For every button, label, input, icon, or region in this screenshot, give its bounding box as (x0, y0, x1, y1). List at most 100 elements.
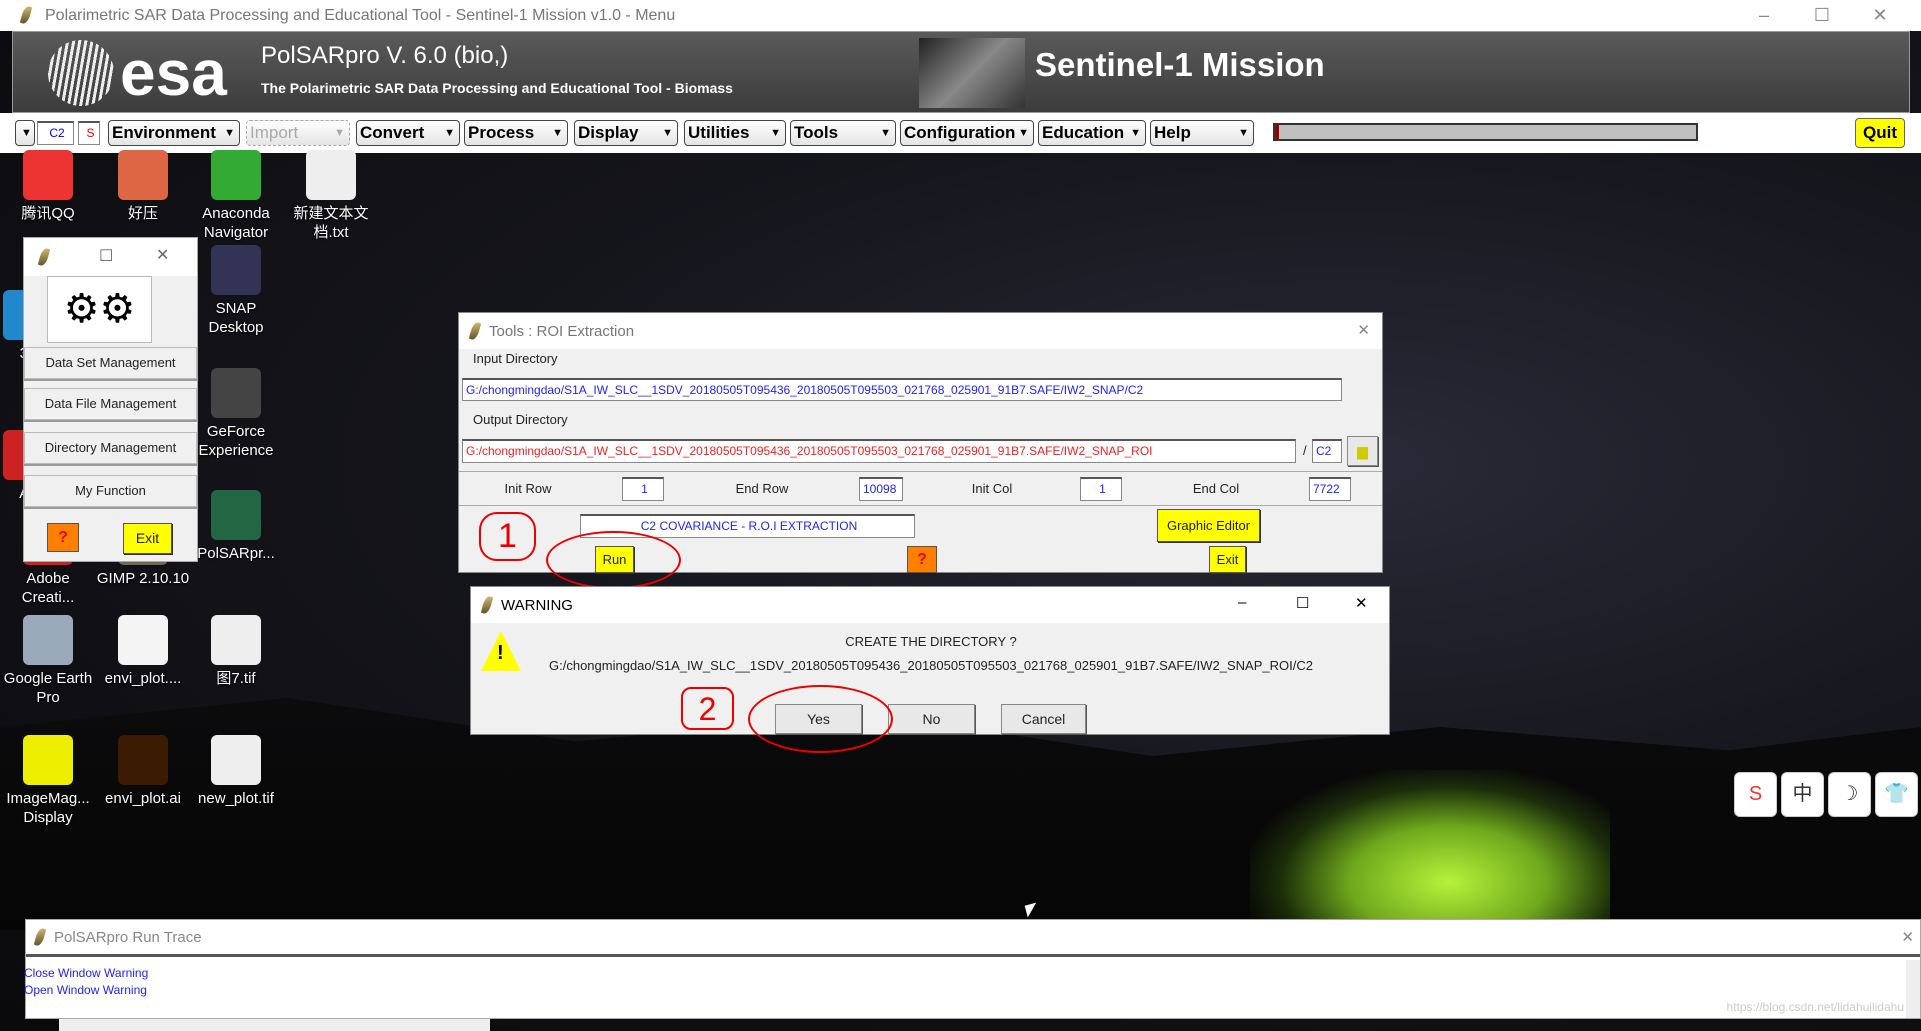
app-feather-icon (468, 321, 482, 341)
data-set-management-button[interactable]: Data Set Management (24, 347, 197, 379)
init-col-field[interactable]: 1 (1080, 477, 1122, 501)
browse-folder-button[interactable]: ▆ (1347, 436, 1378, 466)
directory-management-button[interactable]: Directory Management (24, 432, 197, 464)
desktop-icon-label: 图7.tif (216, 670, 256, 687)
desktop-icon[interactable]: 新建文本文档.txt (283, 150, 379, 242)
gears-image-icon: ⚙⚙ (47, 276, 152, 343)
satellite-image (919, 38, 1025, 108)
folder-icon: ▆ (1357, 443, 1368, 459)
input-directory-field[interactable]: G:/chongmingdao/S1A_IW_SLC__1SDV_2018050… (462, 378, 1342, 401)
menu-process[interactable]: Process ▼ (464, 120, 568, 146)
roi-extraction-dialog: Tools : ROI Extraction ✕ Input Directory… (458, 312, 1383, 589)
menu-utilities[interactable]: Utilities ▼ (684, 120, 786, 146)
desktop-icon-image (118, 735, 168, 785)
minimize-button[interactable]: – (1736, 0, 1792, 31)
desktop-icon[interactable]: 腾讯QQ (0, 150, 96, 223)
app-feather-icon (19, 5, 33, 25)
mode-dropdown-icon[interactable]: ▼ (15, 120, 35, 146)
annotation-circle-run (546, 531, 681, 589)
desktop-icon[interactable]: SNAP Desktop (188, 245, 284, 337)
skin-shirt-icon[interactable]: 👕 (1875, 772, 1918, 817)
desktop-icon-image (211, 735, 261, 785)
exit-button[interactable]: Exit (123, 523, 172, 554)
desktop-icon[interactable]: ImageMag... Display (0, 735, 96, 827)
mission-title: Sentinel-1 Mission (1035, 46, 1325, 83)
close-icon[interactable]: ✕ (1355, 594, 1368, 612)
desktop-icon[interactable]: envi_plot.ai (95, 735, 191, 808)
menu-tools[interactable]: Tools ▼ (790, 120, 896, 146)
data-file-management-button[interactable]: Data File Management (24, 388, 197, 420)
exit-button[interactable]: Exit (1209, 546, 1246, 573)
graphic-editor-button[interactable]: Graphic Editor (1157, 509, 1260, 542)
desktop-icon-image (23, 735, 73, 785)
desktop-icon-image (23, 150, 73, 200)
run-trace-scrollbar[interactable] (1906, 960, 1920, 1018)
menu-help[interactable]: Help ▼ (1150, 120, 1254, 146)
quit-button[interactable]: Quit (1855, 118, 1905, 148)
end-col-label: End Col (1192, 481, 1240, 496)
divider (459, 471, 1382, 472)
desktop-icon-label: GIMP 2.10.10 (96, 570, 190, 587)
desktop-icon[interactable]: PolSARpr... (188, 490, 284, 563)
my-function-button[interactable]: My Function (24, 475, 197, 507)
ime-toolbar: S 中 ☽ 👕 (1734, 772, 1918, 817)
roi-dialog-titlebar: Tools : ROI Extraction ✕ (459, 313, 1382, 349)
esa-logo: esa (48, 37, 248, 109)
log-line: Close Window Warning (24, 966, 149, 980)
sogou-icon[interactable]: S (1734, 772, 1777, 817)
desktop-icon-image (211, 150, 261, 200)
taskbar-item[interactable] (59, 1019, 490, 1031)
desktop-icon-image (211, 368, 261, 418)
roi-dialog-title: Tools : ROI Extraction (489, 322, 635, 340)
output-directory-field[interactable]: G:/chongmingdao/S1A_IW_SLC__1SDV_2018050… (462, 439, 1296, 463)
output-directory-label: Output Directory (473, 412, 568, 427)
init-row-field[interactable]: 1 (622, 477, 664, 501)
desktop-icon[interactable]: GeForce Experience (188, 368, 284, 460)
menu-education[interactable]: Education ▼ (1038, 120, 1146, 146)
warning-titlebar: WARNING – ☐ ✕ (471, 587, 1389, 623)
desktop-icon[interactable]: Google Earth Pro (0, 615, 96, 707)
menu-environment[interactable]: Environment ▼ (108, 120, 240, 146)
close-icon[interactable]: ✕ (1357, 321, 1370, 339)
no-button[interactable]: No (888, 704, 975, 734)
menu-convert[interactable]: Convert ▼ (356, 120, 460, 146)
esa-globe-icon (48, 40, 114, 106)
desktop-icon-image (306, 150, 356, 200)
cancel-button[interactable]: Cancel (1001, 704, 1086, 734)
tools-window: ☐ ✕ ⚙⚙ Data Set Management Data File Man… (23, 237, 198, 562)
end-col-field[interactable]: 7722 (1309, 477, 1351, 501)
maximize-icon[interactable]: ☐ (1296, 594, 1309, 612)
help-button[interactable]: ? (47, 523, 79, 552)
chinese-mode-icon[interactable]: 中 (1781, 772, 1824, 817)
app-feather-icon (33, 927, 47, 947)
main-window-titlebar: Polarimetric SAR Data Processing and Edu… (0, 0, 1921, 31)
progress-fill (1275, 125, 1280, 139)
desktop-icon[interactable]: Anaconda Navigator (188, 150, 284, 242)
desktop-icon[interactable]: new_plot.tif (188, 735, 284, 808)
desktop-icon[interactable]: 好压 (95, 150, 191, 223)
maximize-button[interactable]: ☐ (1794, 0, 1850, 31)
moon-icon[interactable]: ☽ (1828, 772, 1871, 817)
help-button[interactable]: ? (907, 546, 937, 573)
menu-configuration[interactable]: Configuration ▼ (900, 120, 1034, 146)
app-feather-icon (37, 247, 51, 267)
maximize-icon[interactable]: ☐ (99, 246, 113, 266)
menu-display[interactable]: Display ▼ (574, 120, 678, 146)
init-col-label: Init Col (971, 481, 1013, 496)
output-subdir-field[interactable]: C2 (1312, 439, 1342, 463)
annotation-circle-yes (748, 685, 893, 753)
close-button[interactable]: ✕ (1852, 0, 1908, 31)
desktop-icon[interactable]: 图7.tif (188, 615, 284, 688)
minimize-icon[interactable]: – (1238, 594, 1246, 611)
run-trace-title: PolSARpro Run Trace (54, 928, 202, 946)
close-icon[interactable]: ✕ (1901, 928, 1914, 946)
menu-import[interactable]: Import ▼ (246, 120, 350, 146)
watermark: https://blog.csdn.net/lidahuilidahu (1726, 1000, 1904, 1014)
mode-field[interactable]: C2 (37, 121, 74, 145)
end-row-field[interactable]: 10098 (859, 477, 903, 501)
tools-window-titlebar: ☐ ✕ (24, 238, 197, 276)
desktop-icon-label: Google Earth Pro (3, 670, 93, 706)
close-icon[interactable]: ✕ (156, 245, 169, 265)
desktop-icon[interactable]: envi_plot.... (95, 615, 191, 688)
app-feather-icon (480, 595, 494, 615)
